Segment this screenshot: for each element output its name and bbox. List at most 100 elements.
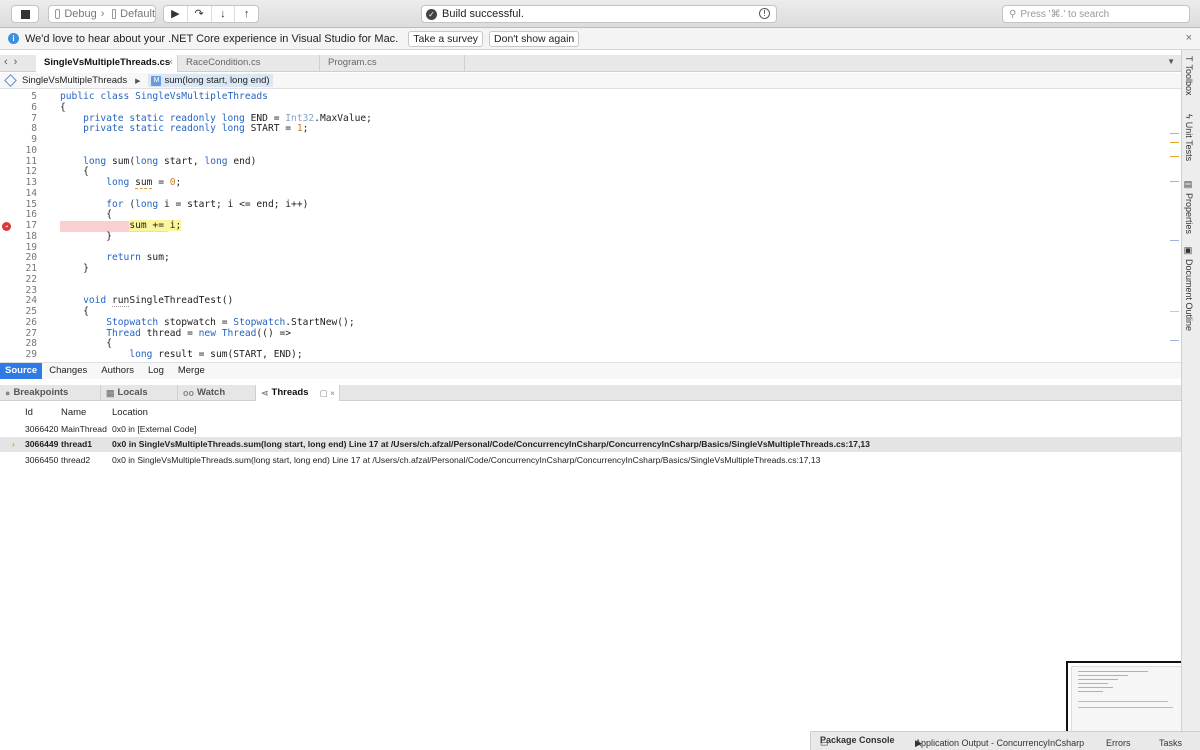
threads-icon: ⋖ bbox=[261, 388, 269, 398]
code-line: 11 long sum(long start, long end) bbox=[0, 156, 1160, 168]
code-line: 29 long result = sum(START, END); bbox=[0, 349, 1160, 361]
tab-changes[interactable]: Changes bbox=[42, 363, 94, 379]
code-line: 5 public class SingleVsMultipleThreads bbox=[0, 91, 1160, 103]
thread-row-selected[interactable]: › 3066449 thread1 0x0 in SingleVsMultipl… bbox=[0, 437, 1181, 452]
tab-merge[interactable]: Merge bbox=[171, 363, 212, 379]
device-label: Default bbox=[120, 8, 155, 20]
code-line: 21 } bbox=[0, 263, 1160, 275]
thumbnail-stripe bbox=[1078, 691, 1103, 692]
pad-controls-icon[interactable]: ▢ × bbox=[320, 385, 335, 401]
tab-source[interactable]: Source bbox=[0, 363, 43, 379]
breadcrumb-method[interactable]: M sum(long start, long end) bbox=[148, 74, 273, 87]
step-over-icon[interactable]: ↷ bbox=[188, 6, 212, 22]
debug-pad-tabs: ● Breakpoints ▦ Locals oo Watch ⋖ Thread… bbox=[0, 385, 1181, 401]
search-placeholder: Press '⌘.' to search bbox=[1020, 8, 1110, 20]
breadcrumb-class[interactable]: SingleVsMultipleThreads bbox=[22, 75, 127, 86]
code-line: 18 } bbox=[0, 231, 1160, 243]
properties-pad-button[interactable]: ▤ Properties bbox=[1184, 180, 1194, 234]
threads-pad: Id Name Location 3066420 MainThread 0x0 … bbox=[0, 402, 1181, 730]
tab-log[interactable]: Log bbox=[141, 363, 171, 379]
info-message: We'd love to hear about your .NET Core e… bbox=[25, 32, 399, 45]
thumbnail-content bbox=[1071, 666, 1187, 736]
info-icon[interactable]: ! bbox=[759, 8, 770, 19]
dock-label: Unit Tests bbox=[1184, 121, 1194, 162]
thumbnail-stripe bbox=[1078, 679, 1118, 680]
tab-single-vs-multiple-threads[interactable]: SingleVsMultipleThreads.cs × bbox=[36, 55, 178, 72]
column-name[interactable]: Name bbox=[61, 407, 86, 418]
threads-header: Id Name Location bbox=[0, 407, 1181, 421]
ruler-mark bbox=[1170, 240, 1179, 241]
tab-threads[interactable]: ⋖ Threads ▢ × bbox=[256, 385, 340, 401]
thumbnail-stripe bbox=[1078, 683, 1108, 684]
package-console-button[interactable]: ▭ Package Console bbox=[820, 735, 895, 748]
code-line: 14 bbox=[0, 188, 1160, 200]
code-line: 9 bbox=[0, 134, 1160, 146]
pad-label: Breakpoints bbox=[13, 387, 69, 398]
ruler-mark bbox=[1170, 156, 1179, 157]
window-thumbnail[interactable] bbox=[1066, 661, 1192, 740]
line-number: 10 bbox=[25, 144, 37, 156]
main-toolbar: Debug › Default ▶ ↷ ↓ ↑ ✓ Build successf… bbox=[0, 0, 1200, 28]
pad-label: Threads bbox=[271, 387, 309, 398]
build-status-text: Build successful. bbox=[442, 8, 524, 20]
ruler-mark bbox=[1170, 142, 1179, 143]
bottom-pad-bar: ▭ Package Console ▶ Application Output -… bbox=[810, 731, 1200, 750]
dont-show-again-button[interactable]: Don't show again bbox=[489, 30, 580, 47]
step-into-icon[interactable]: ↓ bbox=[212, 6, 236, 22]
code-line: 15 for (long i = start; i <= end; i++) bbox=[0, 199, 1160, 211]
thread-name: MainThread bbox=[61, 424, 107, 434]
close-tab-icon[interactable]: × bbox=[167, 55, 173, 71]
search-field[interactable]: ⚲ Press '⌘.' to search bbox=[1002, 5, 1190, 23]
breakpoint-circle-icon: ● bbox=[5, 388, 11, 398]
take-survey-button[interactable]: Take a survey bbox=[408, 30, 484, 47]
tab-locals[interactable]: ▦ Locals bbox=[101, 385, 178, 401]
unit-tests-pad-button[interactable]: ϟ Unit Tests bbox=[1184, 114, 1194, 161]
step-out-icon[interactable]: ↑ bbox=[235, 6, 258, 22]
code-editor[interactable]: 5 public class SingleVsMultipleThreads 6{… bbox=[0, 90, 1181, 362]
thumbnail-stripe bbox=[1078, 701, 1168, 702]
code-line: 19 bbox=[0, 242, 1160, 254]
build-status: ✓ Build successful. ! bbox=[421, 5, 777, 23]
column-location[interactable]: Location bbox=[112, 407, 148, 418]
tab-program[interactable]: Program.cs bbox=[320, 55, 465, 72]
tab-label: Program.cs bbox=[328, 57, 377, 68]
pad-label: Locals bbox=[117, 387, 148, 398]
tab-authors[interactable]: Authors bbox=[94, 363, 141, 379]
thread-row[interactable]: 3066420 MainThread 0x0 in [External Code… bbox=[0, 422, 1181, 437]
tab-breakpoints[interactable]: ● Breakpoints bbox=[0, 385, 101, 401]
info-icon: i bbox=[8, 33, 19, 44]
document-outline-pad-button[interactable]: ▣ Document Outline bbox=[1184, 246, 1194, 331]
tab-race-condition[interactable]: RaceCondition.cs bbox=[178, 55, 320, 72]
console-icon: ▭ bbox=[820, 738, 829, 748]
search-icon: ⚲ bbox=[1009, 8, 1017, 20]
ruler-mark bbox=[1170, 311, 1179, 312]
class-icon bbox=[4, 74, 17, 87]
continue-icon[interactable]: ▶ bbox=[164, 6, 188, 22]
code-line: 20 return sum; bbox=[0, 252, 1160, 264]
thread-row[interactable]: 3066450 thread2 0x0 in SingleVsMultipleT… bbox=[0, 453, 1181, 468]
toolbox-pad-button[interactable]: T Toolbox bbox=[1184, 56, 1194, 96]
dock-label: Document Outline bbox=[1184, 259, 1194, 332]
tab-watch[interactable]: oo Watch bbox=[178, 385, 256, 401]
line-number: 29 bbox=[25, 349, 37, 360]
tab-list-dropdown-icon[interactable]: ▼ bbox=[1167, 57, 1175, 66]
thread-id: 3066450 bbox=[25, 455, 59, 465]
stop-button[interactable] bbox=[11, 5, 39, 23]
tab-navigation-icon[interactable]: ‹› bbox=[4, 56, 23, 68]
close-icon[interactable]: × bbox=[1186, 32, 1192, 44]
overview-ruler[interactable] bbox=[1168, 90, 1180, 362]
code-line-breakpoint: ➔ 17 sum += i; bbox=[0, 220, 1160, 232]
config-label: Debug bbox=[64, 8, 97, 20]
bolt-icon: ϟ bbox=[1184, 114, 1194, 119]
thumbnail-stripe bbox=[1078, 675, 1128, 676]
check-icon: ✓ bbox=[426, 8, 437, 20]
configuration-selector[interactable]: Debug › Default bbox=[48, 5, 156, 23]
thread-location: 0x0 in SingleVsMultipleThreads.sum(long … bbox=[112, 439, 870, 449]
package-console-label: Package Console bbox=[820, 735, 895, 745]
code-line: 13 long sum = 0; bbox=[0, 177, 1160, 189]
device-icon bbox=[112, 9, 117, 19]
ruler-mark bbox=[1170, 133, 1179, 134]
column-id[interactable]: Id bbox=[25, 407, 33, 418]
config-icon bbox=[55, 9, 61, 19]
thread-location: 0x0 in SingleVsMultipleThreads.sum(long … bbox=[112, 455, 821, 465]
